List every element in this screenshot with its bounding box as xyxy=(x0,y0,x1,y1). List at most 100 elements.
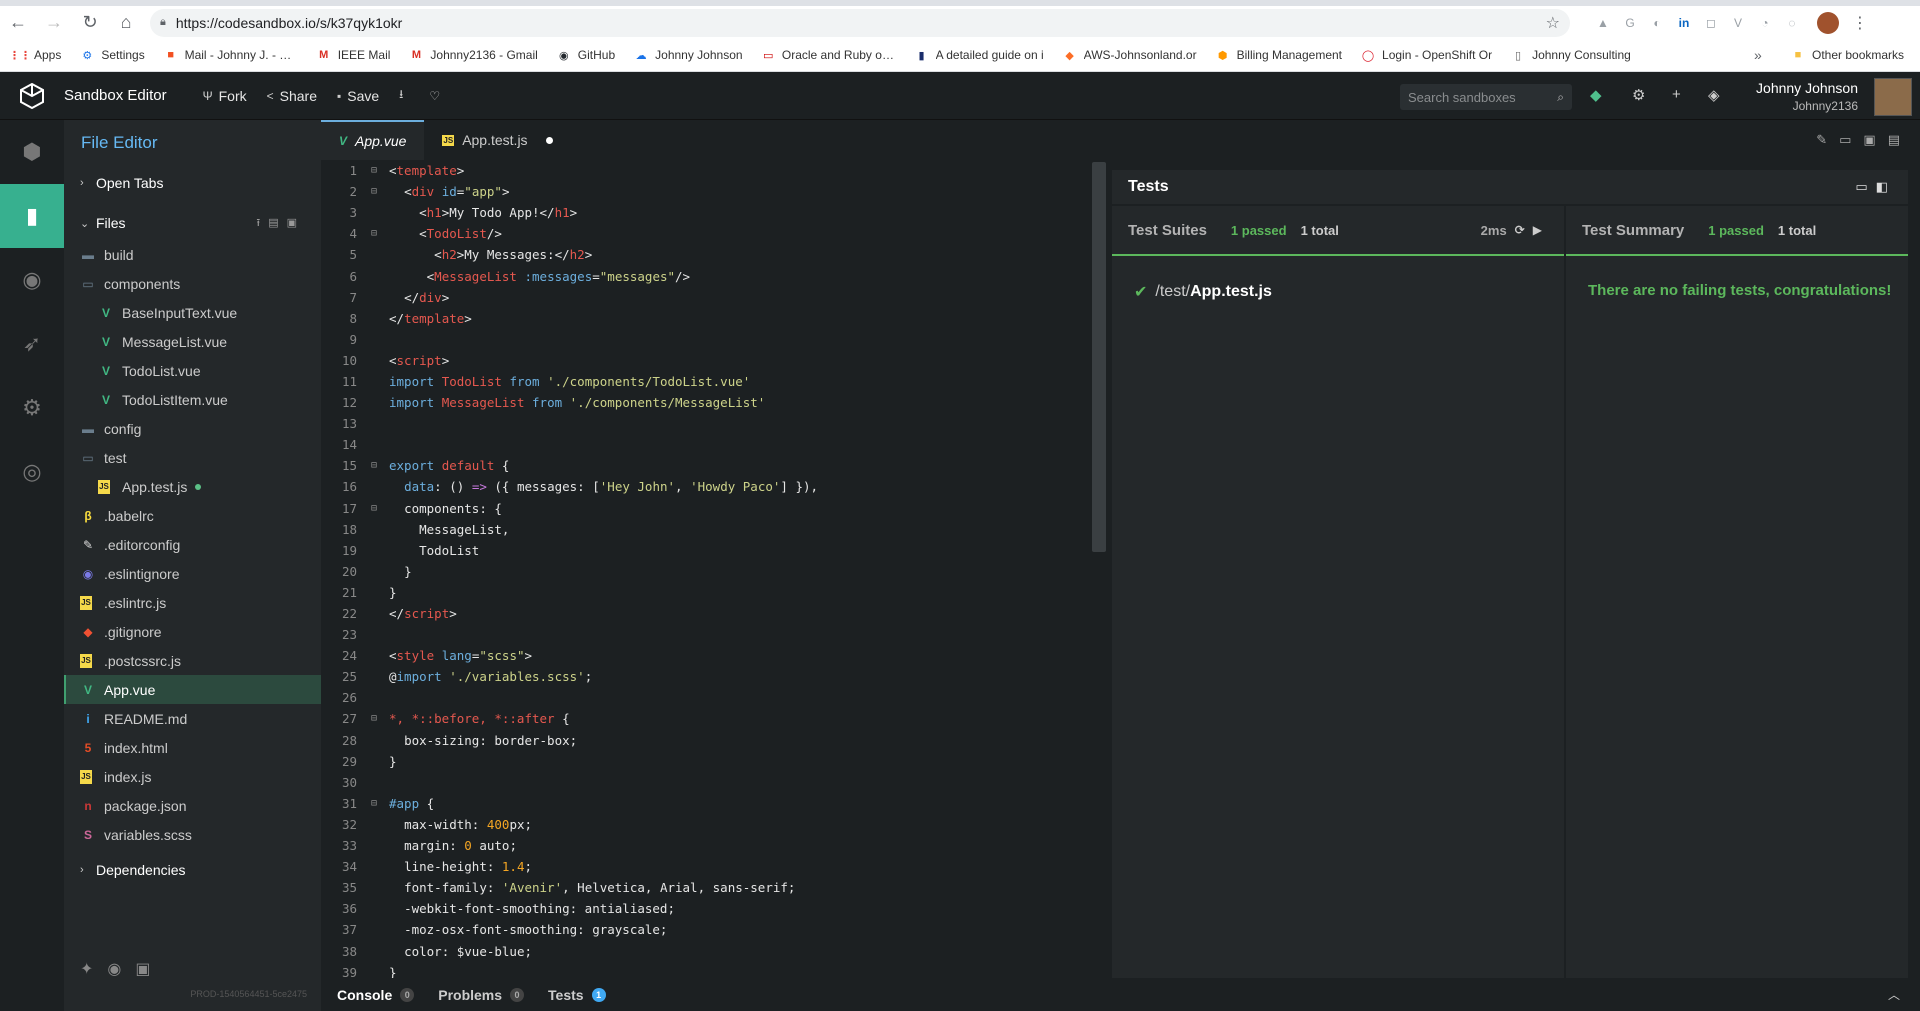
file-tree-item[interactable]: 5 index.html xyxy=(64,733,321,762)
file-tree-item[interactable]: JS index.js xyxy=(64,762,321,791)
file-tree-item[interactable]: JS .postcssrc.js xyxy=(64,646,321,675)
extension-icon-7[interactable]: ◔ xyxy=(1752,10,1778,36)
bookmark-item[interactable]: ⬢ Billing Management xyxy=(1215,47,1342,63)
save-button[interactable]: ▪ Save xyxy=(337,88,379,104)
bookmark-item[interactable]: ⋮⋮ Apps xyxy=(12,47,61,63)
forward-icon[interactable]: → xyxy=(36,6,72,39)
file-tree-item[interactable]: i README.md xyxy=(64,704,321,733)
layout-toggle-icons[interactable]: ▭◧ xyxy=(1855,179,1896,195)
fork-button[interactable]: Ψ Fork xyxy=(203,88,247,104)
open-tabs-section[interactable]: › Open Tabs xyxy=(64,166,321,200)
files-section[interactable]: ⌄ Files ⭱▤▣ xyxy=(64,206,321,240)
tab-console[interactable]: Console 0 xyxy=(337,987,415,1003)
codesandbox-logo-icon[interactable] xyxy=(0,72,64,120)
file-tree-item[interactable]: ◉ .eslintignore xyxy=(64,559,321,588)
file-tree-item[interactable]: V App.vue xyxy=(64,675,321,704)
project-info-icon[interactable]: ⬢ xyxy=(0,120,64,184)
file-tree-item[interactable]: ▭ test xyxy=(64,443,321,472)
chevron-up-icon[interactable]: ︿ xyxy=(1888,986,1900,1003)
back-icon[interactable]: ← xyxy=(0,6,36,39)
discord-icon[interactable]: ▣ xyxy=(135,961,164,978)
terminal-icon[interactable]: ▣ xyxy=(1863,132,1887,147)
linkedin-extension-icon[interactable]: in xyxy=(1671,10,1697,36)
bookmark-item[interactable]: ▭ Oracle and Ruby on R xyxy=(761,47,896,63)
extension-icon-8[interactable]: ◌ xyxy=(1779,10,1805,36)
file-tree-item[interactable]: V MessageList.vue xyxy=(64,327,321,356)
download-button[interactable]: ⭳ xyxy=(399,85,409,106)
preview-icon[interactable]: ▭ xyxy=(1839,132,1863,147)
fold-toggle-icon[interactable]: ⊟ xyxy=(359,186,389,197)
fold-toggle-icon[interactable]: ⊟ xyxy=(359,460,389,471)
drive-extension-icon[interactable]: ▲ xyxy=(1590,10,1616,36)
share-button[interactable]: < Share xyxy=(267,88,317,104)
patron-icon[interactable]: ◆ xyxy=(1590,86,1602,104)
file-actions[interactable]: ⭱▤▣ xyxy=(256,214,305,233)
editor-view-icons[interactable]: ✎▭▣▤ xyxy=(1816,132,1912,148)
bookmark-item[interactable]: M Johnny2136 - Gmail xyxy=(408,47,538,63)
fold-toggle-icon[interactable]: ⊟ xyxy=(359,165,389,176)
file-tree-item[interactable]: V BaseInputText.vue xyxy=(64,298,321,327)
home-icon[interactable]: ⌂ xyxy=(108,6,144,39)
file-tree-item[interactable]: JS App.test.js xyxy=(64,472,321,501)
reload-icon[interactable]: ↻ xyxy=(72,6,108,39)
bookmark-item[interactable]: ◉ GitHub xyxy=(556,47,615,63)
file-tree-item[interactable]: ▭ components xyxy=(64,269,321,298)
file-tree-item[interactable]: β .babelrc xyxy=(64,501,321,530)
bookmark-item[interactable]: ■ Mail - Johnny J. - Out xyxy=(163,47,297,63)
tab-problems[interactable]: Problems 0 xyxy=(438,987,525,1003)
deployment-rocket-icon[interactable]: ➶ xyxy=(0,312,64,376)
fold-toggle-icon[interactable]: ⊟ xyxy=(359,798,389,809)
file-tree-item[interactable]: ✎ .editorconfig xyxy=(64,530,321,559)
file-editor-icon[interactable]: ▮ xyxy=(0,184,64,248)
user-info[interactable]: Johnny Johnson Johnny2136 xyxy=(1756,80,1858,113)
editor-scrollbar[interactable] xyxy=(1092,162,1106,552)
fold-toggle-icon[interactable]: ⊟ xyxy=(359,503,389,514)
grammarly-extension-icon[interactable]: G xyxy=(1617,10,1643,36)
chat-extension-icon[interactable]: ◻ xyxy=(1698,10,1724,36)
avatar[interactable] xyxy=(1874,78,1912,116)
fold-toggle-icon[interactable]: ⊟ xyxy=(359,228,389,239)
bookmark-item[interactable]: ⚙ Settings xyxy=(79,47,144,63)
menu-more-icon[interactable]: ⋮ xyxy=(1847,10,1873,36)
bookmark-item[interactable]: ▯ Johnny Consulting xyxy=(1510,47,1631,63)
tab-tests[interactable]: Tests 1 xyxy=(548,987,606,1003)
fold-toggle-icon[interactable]: ⊟ xyxy=(359,713,389,724)
bookmark-item[interactable]: ▮ A detailed guide on i xyxy=(914,47,1044,63)
bookmark-item[interactable]: ☁ Johnny Johnson xyxy=(633,47,743,63)
dashboard-cube-icon[interactable]: ◈ xyxy=(1708,86,1720,104)
github-icon[interactable]: ◉ xyxy=(107,961,135,978)
config-files-icon[interactable]: ⚙ xyxy=(0,376,64,440)
file-tree-item[interactable]: Svariables.scss xyxy=(64,820,321,849)
bookmark-item[interactable]: M IEEE Mail xyxy=(316,47,390,63)
bookmark-item[interactable]: ◆ AWS-Johnsonland.or xyxy=(1062,47,1196,63)
bookmark-item[interactable]: ◯ Login - OpenShift Or xyxy=(1360,47,1492,63)
file-tree-item[interactable]: V TodoListItem.vue xyxy=(64,385,321,414)
bookmarks-overflow-icon[interactable]: » xyxy=(1754,47,1762,63)
file-tree-item[interactable]: JS .eslintrc.js xyxy=(64,588,321,617)
file-tree-item[interactable]: V TodoList.vue xyxy=(64,356,321,385)
test-suite-item[interactable]: ✔ /test/App.test.js xyxy=(1112,272,1564,312)
bookmark-star-icon[interactable]: ☆ xyxy=(1546,13,1560,33)
file-tree-item[interactable]: n package.json xyxy=(64,791,321,820)
other-bookmarks[interactable]: ■ Other bookmarks xyxy=(1790,47,1904,63)
file-tree-item[interactable]: ▬ build xyxy=(64,240,321,269)
rerun-icons[interactable]: ⟳▶ xyxy=(1515,223,1550,237)
twitter-icon[interactable]: ✦ xyxy=(80,961,107,978)
like-button[interactable]: ♡ xyxy=(429,89,446,103)
circle-extension-icon[interactable]: ◐ xyxy=(1644,10,1670,36)
url-field[interactable]: 🔒︎ https://codesandbox.io/s/k37qyk1okr ☆ xyxy=(150,8,1570,37)
editor-tab[interactable]: V App.vue xyxy=(321,120,425,160)
vue-devtools-icon[interactable]: V xyxy=(1725,10,1751,36)
search-sandboxes-input[interactable]: Search sandboxes ⌕ xyxy=(1400,84,1572,110)
split-icon[interactable]: ▤ xyxy=(1888,132,1912,147)
editor-tab[interactable]: JS App.test.js xyxy=(424,120,571,160)
profile-avatar[interactable] xyxy=(1817,11,1839,34)
dependencies-section[interactable]: › Dependencies xyxy=(64,853,321,887)
gear-icon[interactable]: ⚙ xyxy=(1632,86,1645,104)
github-icon[interactable]: ◉ xyxy=(0,248,64,312)
prettify-icon[interactable]: ✎ xyxy=(1816,132,1839,147)
file-tree-item[interactable]: ◆ .gitignore xyxy=(64,617,321,646)
file-tree-item[interactable]: ▬ config xyxy=(64,414,321,443)
code-editor[interactable]: 1 ⊟ <template> 2 ⊟ <div id="app"> 3 <h1>My To… xyxy=(321,160,1108,978)
live-icon[interactable]: ◎ xyxy=(0,440,64,504)
